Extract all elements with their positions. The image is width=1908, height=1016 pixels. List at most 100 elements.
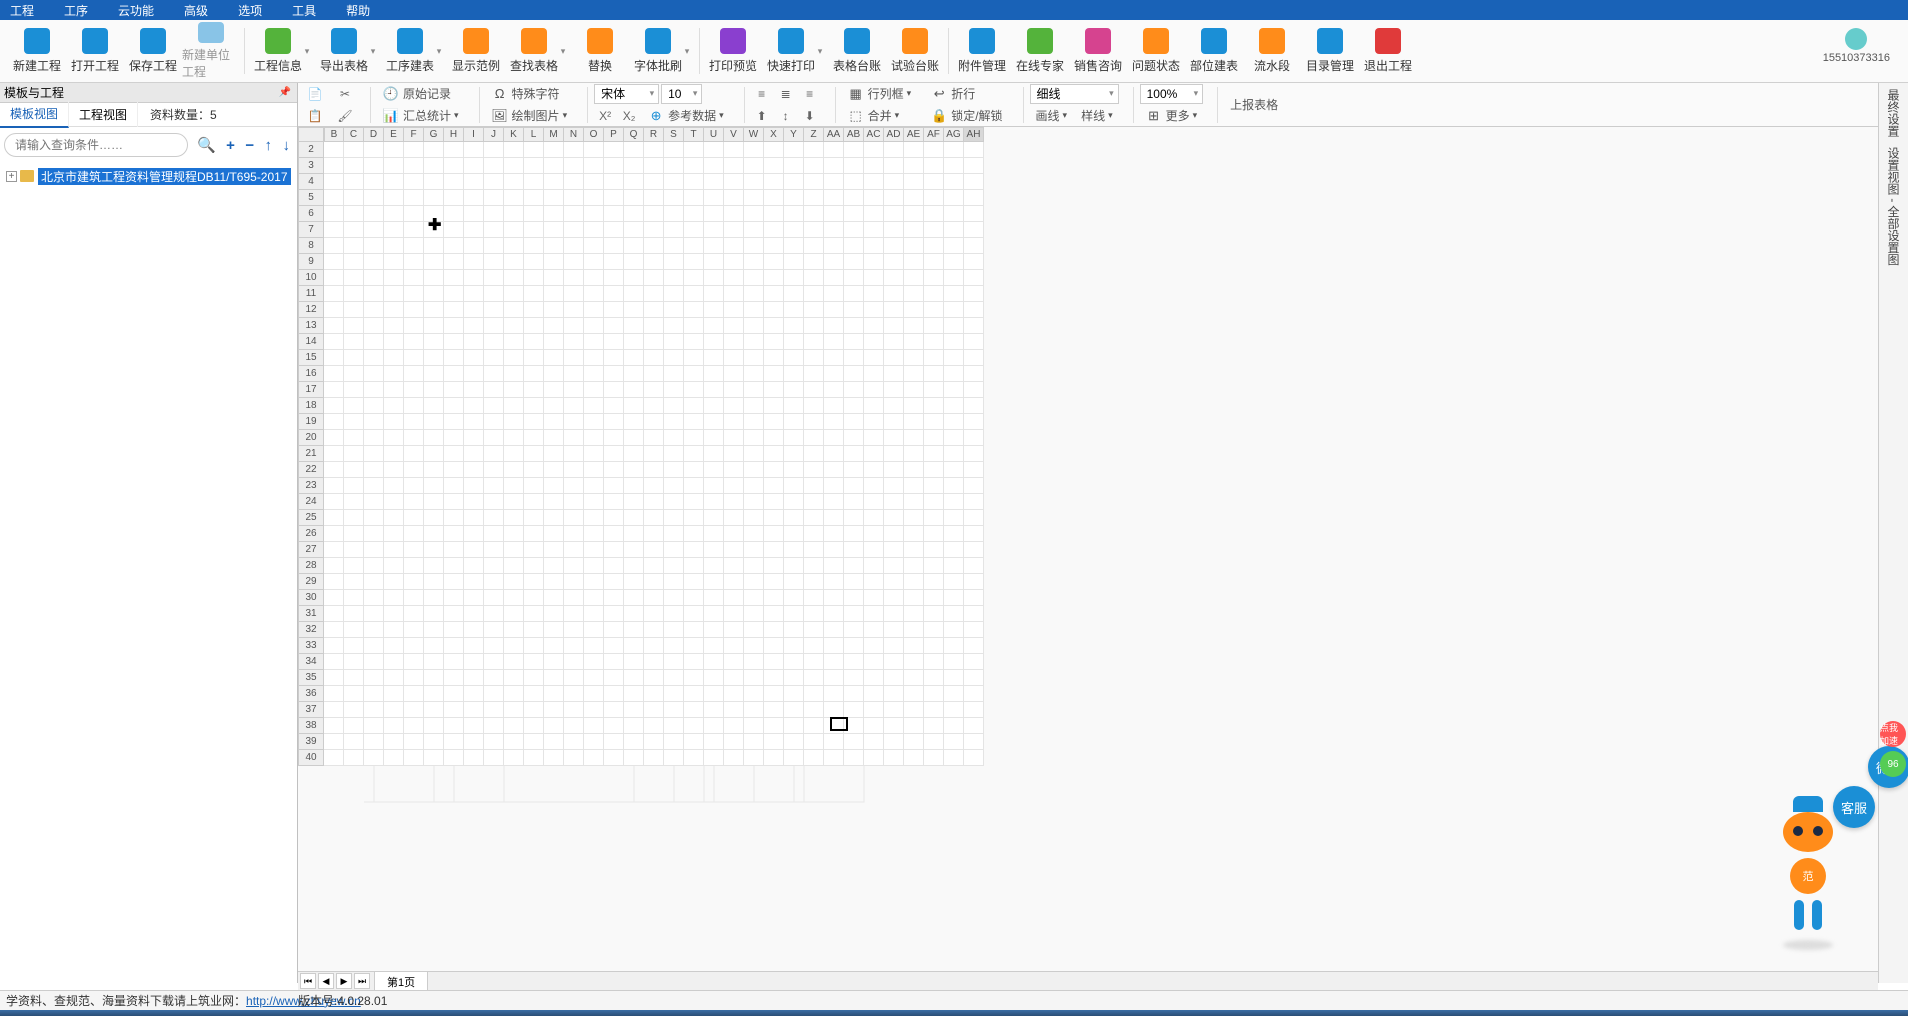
cell[interactable] (684, 398, 704, 414)
cell[interactable] (324, 430, 344, 446)
cell[interactable] (824, 686, 844, 702)
cell[interactable] (704, 318, 724, 334)
cell[interactable] (744, 718, 764, 734)
cell[interactable] (644, 142, 664, 158)
cell[interactable] (924, 334, 944, 350)
cell[interactable] (924, 702, 944, 718)
row-header-2[interactable]: 2 (298, 142, 324, 158)
lock-button[interactable]: 🔒锁定/解锁 (925, 106, 1008, 126)
cell[interactable] (904, 494, 924, 510)
cell[interactable] (904, 286, 924, 302)
cell[interactable] (904, 590, 924, 606)
cell[interactable] (764, 190, 784, 206)
cell[interactable] (844, 190, 864, 206)
cell[interactable] (744, 142, 764, 158)
row-header-38[interactable]: 38 (298, 718, 324, 734)
cell[interactable] (824, 334, 844, 350)
cell[interactable] (564, 590, 584, 606)
cell[interactable] (584, 734, 604, 750)
cell[interactable] (344, 334, 364, 350)
cell[interactable] (504, 334, 524, 350)
cell[interactable] (864, 270, 884, 286)
cell[interactable] (344, 382, 364, 398)
cell[interactable] (564, 222, 584, 238)
cell[interactable] (964, 478, 984, 494)
cell[interactable] (524, 430, 544, 446)
cell[interactable] (724, 382, 744, 398)
cell[interactable] (564, 702, 584, 718)
cell[interactable] (544, 750, 564, 766)
cell[interactable] (944, 254, 964, 270)
cell[interactable] (844, 686, 864, 702)
cell[interactable] (744, 510, 764, 526)
cell[interactable] (444, 318, 464, 334)
cell[interactable] (684, 750, 704, 766)
cell[interactable] (604, 606, 624, 622)
cell[interactable] (824, 158, 844, 174)
cell[interactable] (724, 510, 744, 526)
cell[interactable] (864, 542, 884, 558)
cell[interactable] (324, 734, 344, 750)
dropdown-icon[interactable]: ▾ (816, 46, 824, 57)
col-header-Y[interactable]: Y (784, 127, 804, 142)
cell[interactable] (644, 318, 664, 334)
cell[interactable] (864, 638, 884, 654)
cell[interactable] (724, 206, 744, 222)
cell[interactable] (544, 270, 564, 286)
cell[interactable] (584, 142, 604, 158)
remove-icon[interactable]: − (245, 137, 254, 154)
cell[interactable] (624, 590, 644, 606)
cell[interactable] (364, 382, 384, 398)
cell[interactable] (964, 350, 984, 366)
tool-附件管理[interactable]: 附件管理 (953, 22, 1011, 80)
row-header-13[interactable]: 13 (298, 318, 324, 334)
tool-打开工程[interactable]: 打开工程 (66, 22, 124, 80)
cell[interactable] (424, 254, 444, 270)
cell[interactable] (384, 398, 404, 414)
draw-pic-button[interactable]: 🖼绘制图片▾ (486, 106, 574, 126)
cell[interactable] (364, 542, 384, 558)
cell[interactable] (344, 158, 364, 174)
cell[interactable] (344, 270, 364, 286)
cell[interactable] (364, 606, 384, 622)
cell[interactable] (584, 638, 604, 654)
cell[interactable] (344, 702, 364, 718)
cell[interactable] (404, 206, 424, 222)
col-header-H[interactable]: H (444, 127, 464, 142)
cell[interactable] (584, 174, 604, 190)
cell[interactable] (824, 142, 844, 158)
cell[interactable] (584, 526, 604, 542)
cell[interactable] (404, 446, 424, 462)
cell[interactable] (944, 270, 964, 286)
cell[interactable] (804, 286, 824, 302)
cell[interactable] (584, 222, 604, 238)
cell[interactable] (884, 462, 904, 478)
cell[interactable] (464, 318, 484, 334)
cell[interactable] (724, 654, 744, 670)
down-icon[interactable]: ↓ (283, 137, 291, 154)
cell[interactable] (504, 382, 524, 398)
cell[interactable] (844, 222, 864, 238)
cell[interactable] (484, 750, 504, 766)
cell[interactable] (524, 510, 544, 526)
cell[interactable] (764, 734, 784, 750)
cell[interactable] (444, 286, 464, 302)
cell[interactable] (924, 190, 944, 206)
row-header-33[interactable]: 33 (298, 638, 324, 654)
cell[interactable] (824, 654, 844, 670)
cell[interactable] (684, 510, 704, 526)
cell[interactable] (824, 590, 844, 606)
cell[interactable] (744, 206, 764, 222)
cell[interactable] (924, 686, 944, 702)
cell[interactable] (484, 494, 504, 510)
cell[interactable] (524, 398, 544, 414)
cell[interactable] (924, 142, 944, 158)
cell[interactable] (644, 238, 664, 254)
ref-data-button[interactable]: ⊕参考数据▾ (642, 106, 730, 126)
cell[interactable] (764, 334, 784, 350)
cell[interactable] (704, 718, 724, 734)
cell[interactable] (384, 558, 404, 574)
cell[interactable] (424, 142, 444, 158)
summary-button[interactable]: 📊汇总统计▾ (377, 106, 465, 126)
cell[interactable] (324, 638, 344, 654)
